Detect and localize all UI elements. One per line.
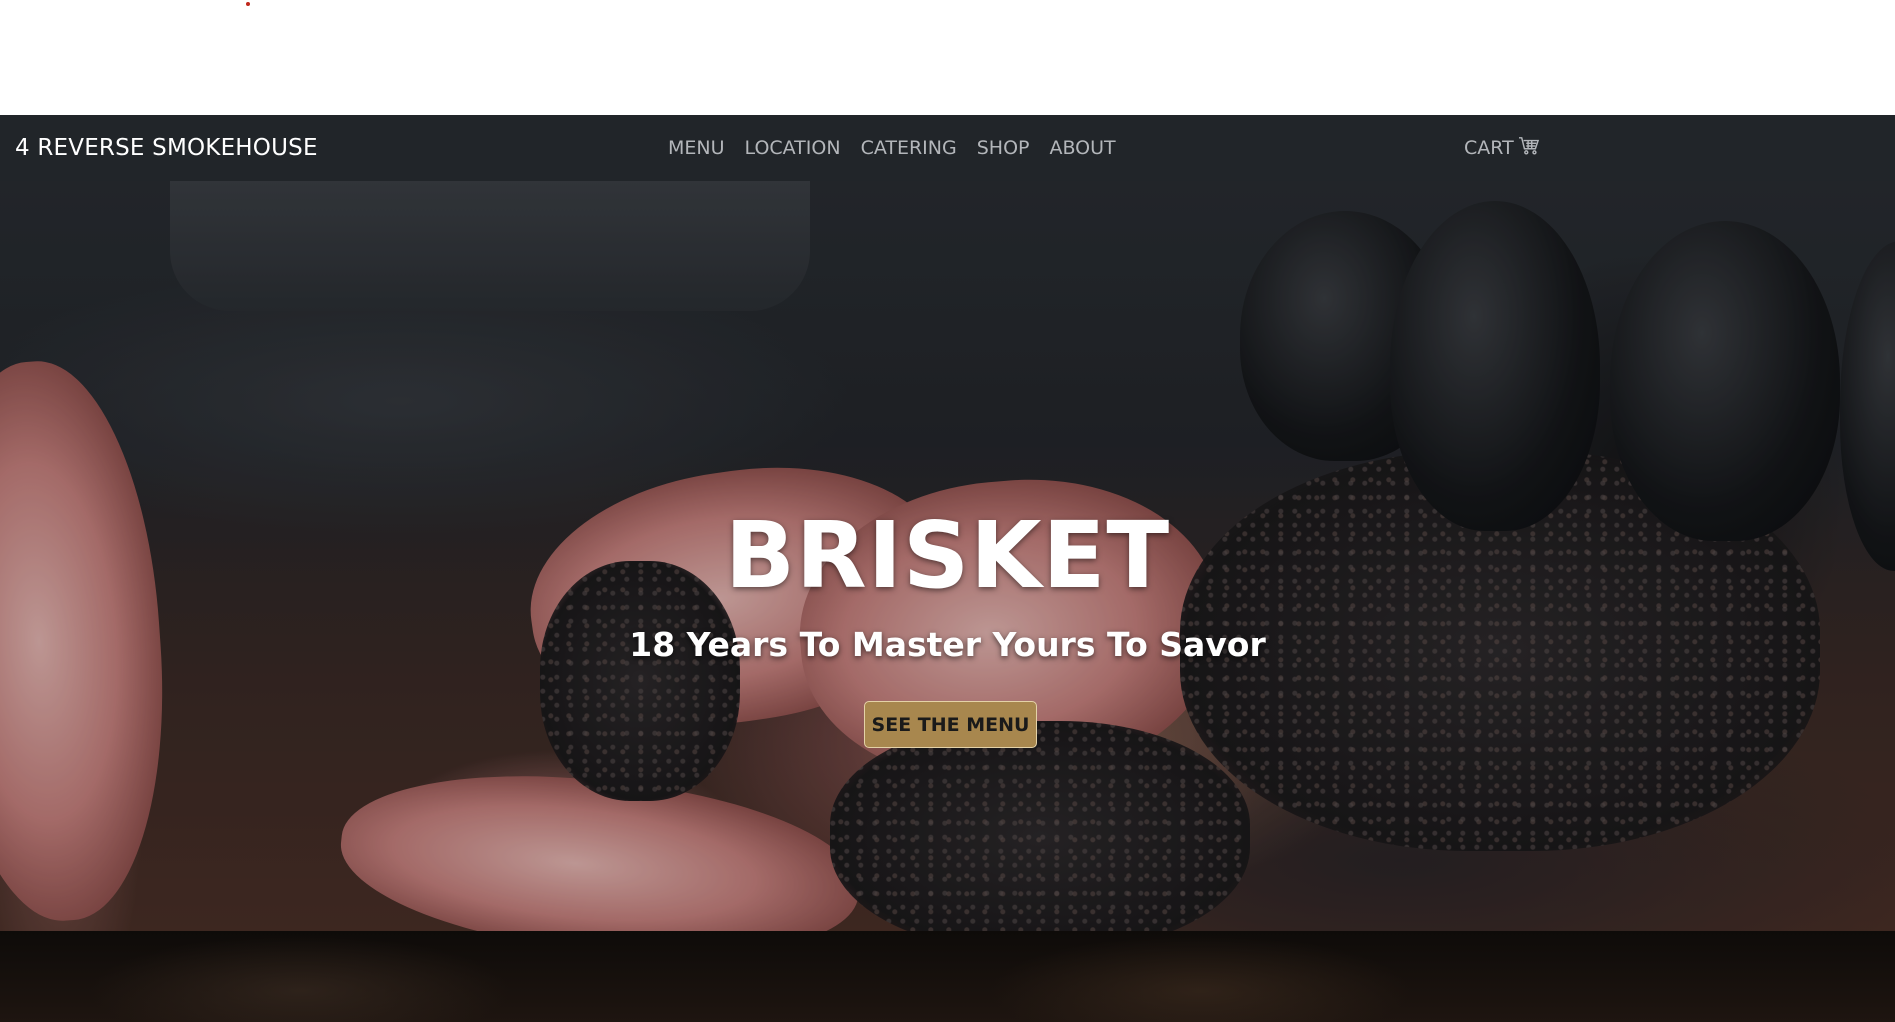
hero-content: BRISKET 18 Years To Master Yours To Savo… [0,181,1895,931]
see-the-menu-button[interactable]: SEE THE MENU [864,701,1037,748]
nav-links: MENU LOCATION CATERING SHOP ABOUT [668,115,1136,181]
next-section-background [0,931,1895,1022]
nav-link-location[interactable]: LOCATION [745,137,841,159]
nav-link-shop[interactable]: SHOP [977,137,1030,159]
red-dot-marker [246,2,250,6]
brand-logo-link[interactable]: 4 REVERSE SMOKEHOUSE [15,115,318,181]
cart-link[interactable]: CART [1464,115,1540,181]
nav-link-menu[interactable]: MENU [668,137,725,159]
navbar: 4 REVERSE SMOKEHOUSE MENU LOCATION CATER… [0,115,1895,181]
nav-link-about[interactable]: ABOUT [1049,137,1115,159]
cart-label: CART [1464,137,1514,159]
hero-section: BRISKET 18 Years To Master Yours To Savo… [0,181,1895,931]
nav-link-catering[interactable]: CATERING [861,137,957,159]
shopping-cart-icon [1518,136,1540,161]
page-top-blank [0,0,1895,115]
hero-subtitle: 18 Years To Master Yours To Savor [629,625,1266,664]
hero-title: BRISKET [724,502,1171,609]
